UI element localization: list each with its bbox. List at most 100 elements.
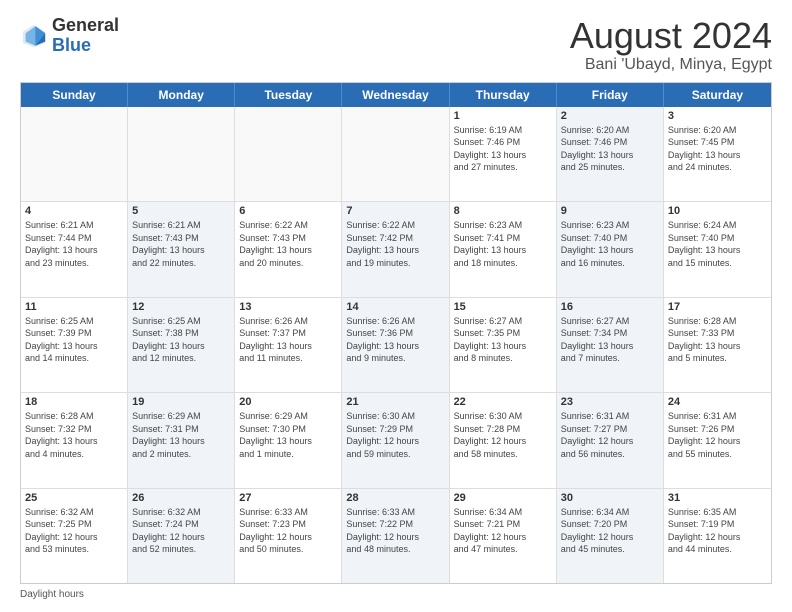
cal-cell-30: 30 Sunrise: 6:34 AM Sunset: 7:20 PM Dayli… [557,489,664,583]
cal-cell-9: 9 Sunrise: 6:23 AM Sunset: 7:40 PM Daylig… [557,202,664,296]
cal-cell-empty-0-3 [342,107,449,201]
day-number: 1 [454,110,552,122]
day-info: Sunrise: 6:23 AM Sunset: 7:41 PM Dayligh… [454,219,552,269]
logo: General Blue [20,16,119,56]
day-info: Sunrise: 6:33 AM Sunset: 7:23 PM Dayligh… [239,506,337,556]
day-number: 30 [561,492,659,504]
day-number: 6 [239,205,337,217]
cal-week-1: 4 Sunrise: 6:21 AM Sunset: 7:44 PM Daylig… [21,202,771,297]
day-number: 7 [346,205,444,217]
cal-cell-22: 22Sunrise: 6:30 AM Sunset: 7:28 PM Dayli… [450,393,557,487]
cal-cell-21: 21Sunrise: 6:30 AM Sunset: 7:29 PM Dayli… [342,393,449,487]
day-number: 25 [25,492,123,504]
day-number: 29 [454,492,552,504]
cal-header-thursday: Thursday [450,83,557,107]
day-info: Sunrise: 6:26 AM Sunset: 7:36 PM Dayligh… [346,315,444,365]
day-info: Sunrise: 6:33 AM Sunset: 7:22 PM Dayligh… [346,506,444,556]
day-info: Sunrise: 6:34 AM Sunset: 7:21 PM Dayligh… [454,506,552,556]
cal-cell-23: 23 Sunrise: 6:31 AM Sunset: 7:27 PM Dayli… [557,393,664,487]
calendar-header: SundayMondayTuesdayWednesdayThursdayFrid… [21,83,771,107]
day-number: 17 [668,301,767,313]
day-info: Sunrise: 6:35 AM Sunset: 7:19 PM Dayligh… [668,506,767,556]
day-info: Sunrise: 6:28 AM Sunset: 7:32 PM Dayligh… [25,410,123,460]
cal-cell-12: 12 Sunrise: 6:25 AM Sunset: 7:38 PM Dayli… [128,298,235,392]
day-number: 31 [668,492,767,504]
title-block: August 2024 Bani 'Ubayd, Minya, Egypt [570,16,772,74]
cal-cell-11: 11Sunrise: 6:25 AM Sunset: 7:39 PM Dayli… [21,298,128,392]
cal-week-2: 11Sunrise: 6:25 AM Sunset: 7:39 PM Dayli… [21,298,771,393]
day-number: 28 [346,492,444,504]
day-info: Sunrise: 6:29 AM Sunset: 7:31 PM Dayligh… [132,410,230,460]
day-number: 23 [561,396,659,408]
day-number: 12 [132,301,230,313]
cal-cell-25: 25 Sunrise: 6:32 AM Sunset: 7:25 PM Dayli… [21,489,128,583]
day-number: 4 [25,205,123,217]
day-number: 13 [239,301,337,313]
cal-cell-15: 15Sunrise: 6:27 AM Sunset: 7:35 PM Dayli… [450,298,557,392]
day-number: 2 [561,110,659,122]
main-title: August 2024 [570,16,772,56]
day-number: 9 [561,205,659,217]
cal-cell-empty-0-2 [235,107,342,201]
cal-cell-4: 4 Sunrise: 6:21 AM Sunset: 7:44 PM Daylig… [21,202,128,296]
day-number: 11 [25,301,123,313]
day-number: 24 [668,396,767,408]
day-info: Sunrise: 6:22 AM Sunset: 7:43 PM Dayligh… [239,219,337,269]
day-info: Sunrise: 6:32 AM Sunset: 7:25 PM Dayligh… [25,506,123,556]
page: General Blue August 2024 Bani 'Ubayd, Mi… [0,0,792,612]
day-number: 10 [668,205,767,217]
cal-header-monday: Monday [128,83,235,107]
cal-cell-29: 29 Sunrise: 6:34 AM Sunset: 7:21 PM Dayli… [450,489,557,583]
day-info: Sunrise: 6:27 AM Sunset: 7:34 PM Dayligh… [561,315,659,365]
day-info: Sunrise: 6:34 AM Sunset: 7:20 PM Dayligh… [561,506,659,556]
logo-general: General [52,15,119,35]
day-info: Sunrise: 6:21 AM Sunset: 7:43 PM Dayligh… [132,219,230,269]
cal-cell-31: 31 Sunrise: 6:35 AM Sunset: 7:19 PM Dayli… [664,489,771,583]
day-number: 16 [561,301,659,313]
cal-cell-6: 6 Sunrise: 6:22 AM Sunset: 7:43 PM Daylig… [235,202,342,296]
day-info: Sunrise: 6:31 AM Sunset: 7:27 PM Dayligh… [561,410,659,460]
cal-header-tuesday: Tuesday [235,83,342,107]
cal-cell-16: 16 Sunrise: 6:27 AM Sunset: 7:34 PM Dayli… [557,298,664,392]
calendar: SundayMondayTuesdayWednesdayThursdayFrid… [20,82,772,584]
cal-cell-10: 10 Sunrise: 6:24 AM Sunset: 7:40 PM Dayli… [664,202,771,296]
cal-cell-13: 13 Sunrise: 6:26 AM Sunset: 7:37 PM Dayli… [235,298,342,392]
day-number: 18 [25,396,123,408]
day-info: Sunrise: 6:26 AM Sunset: 7:37 PM Dayligh… [239,315,337,365]
cal-cell-17: 17 Sunrise: 6:28 AM Sunset: 7:33 PM Dayli… [664,298,771,392]
day-number: 20 [239,396,337,408]
logo-blue: Blue [52,35,91,55]
day-info: Sunrise: 6:30 AM Sunset: 7:29 PM Dayligh… [346,410,444,460]
logo-icon [20,22,48,50]
day-number: 15 [454,301,552,313]
footer-note: Daylight hours [20,589,772,600]
day-info: Sunrise: 6:23 AM Sunset: 7:40 PM Dayligh… [561,219,659,269]
day-info: Sunrise: 6:21 AM Sunset: 7:44 PM Dayligh… [25,219,123,269]
cal-cell-3: 3 Sunrise: 6:20 AM Sunset: 7:45 PM Daylig… [664,107,771,201]
day-number: 19 [132,396,230,408]
day-info: Sunrise: 6:19 AM Sunset: 7:46 PM Dayligh… [454,124,552,174]
day-number: 27 [239,492,337,504]
cal-week-3: 18 Sunrise: 6:28 AM Sunset: 7:32 PM Dayli… [21,393,771,488]
day-info: Sunrise: 6:24 AM Sunset: 7:40 PM Dayligh… [668,219,767,269]
day-info: Sunrise: 6:30 AM Sunset: 7:28 PM Dayligh… [454,410,552,460]
day-info: Sunrise: 6:20 AM Sunset: 7:45 PM Dayligh… [668,124,767,174]
cal-week-0: 1 Sunrise: 6:19 AM Sunset: 7:46 PM Daylig… [21,107,771,202]
cal-header-sunday: Sunday [21,83,128,107]
day-info: Sunrise: 6:31 AM Sunset: 7:26 PM Dayligh… [668,410,767,460]
cal-cell-1: 1 Sunrise: 6:19 AM Sunset: 7:46 PM Daylig… [450,107,557,201]
cal-cell-28: 28 Sunrise: 6:33 AM Sunset: 7:22 PM Dayli… [342,489,449,583]
cal-cell-24: 24 Sunrise: 6:31 AM Sunset: 7:26 PM Dayli… [664,393,771,487]
logo-text: General Blue [52,16,119,56]
cal-cell-27: 27 Sunrise: 6:33 AM Sunset: 7:23 PM Dayli… [235,489,342,583]
day-info: Sunrise: 6:20 AM Sunset: 7:46 PM Dayligh… [561,124,659,174]
day-info: Sunrise: 6:28 AM Sunset: 7:33 PM Dayligh… [668,315,767,365]
cal-cell-18: 18 Sunrise: 6:28 AM Sunset: 7:32 PM Dayli… [21,393,128,487]
calendar-body: 1 Sunrise: 6:19 AM Sunset: 7:46 PM Daylig… [21,107,771,583]
day-number: 3 [668,110,767,122]
day-info: Sunrise: 6:29 AM Sunset: 7:30 PM Dayligh… [239,410,337,460]
day-number: 26 [132,492,230,504]
subtitle: Bani 'Ubayd, Minya, Egypt [570,56,772,74]
cal-cell-2: 2 Sunrise: 6:20 AM Sunset: 7:46 PM Daylig… [557,107,664,201]
day-info: Sunrise: 6:25 AM Sunset: 7:38 PM Dayligh… [132,315,230,365]
